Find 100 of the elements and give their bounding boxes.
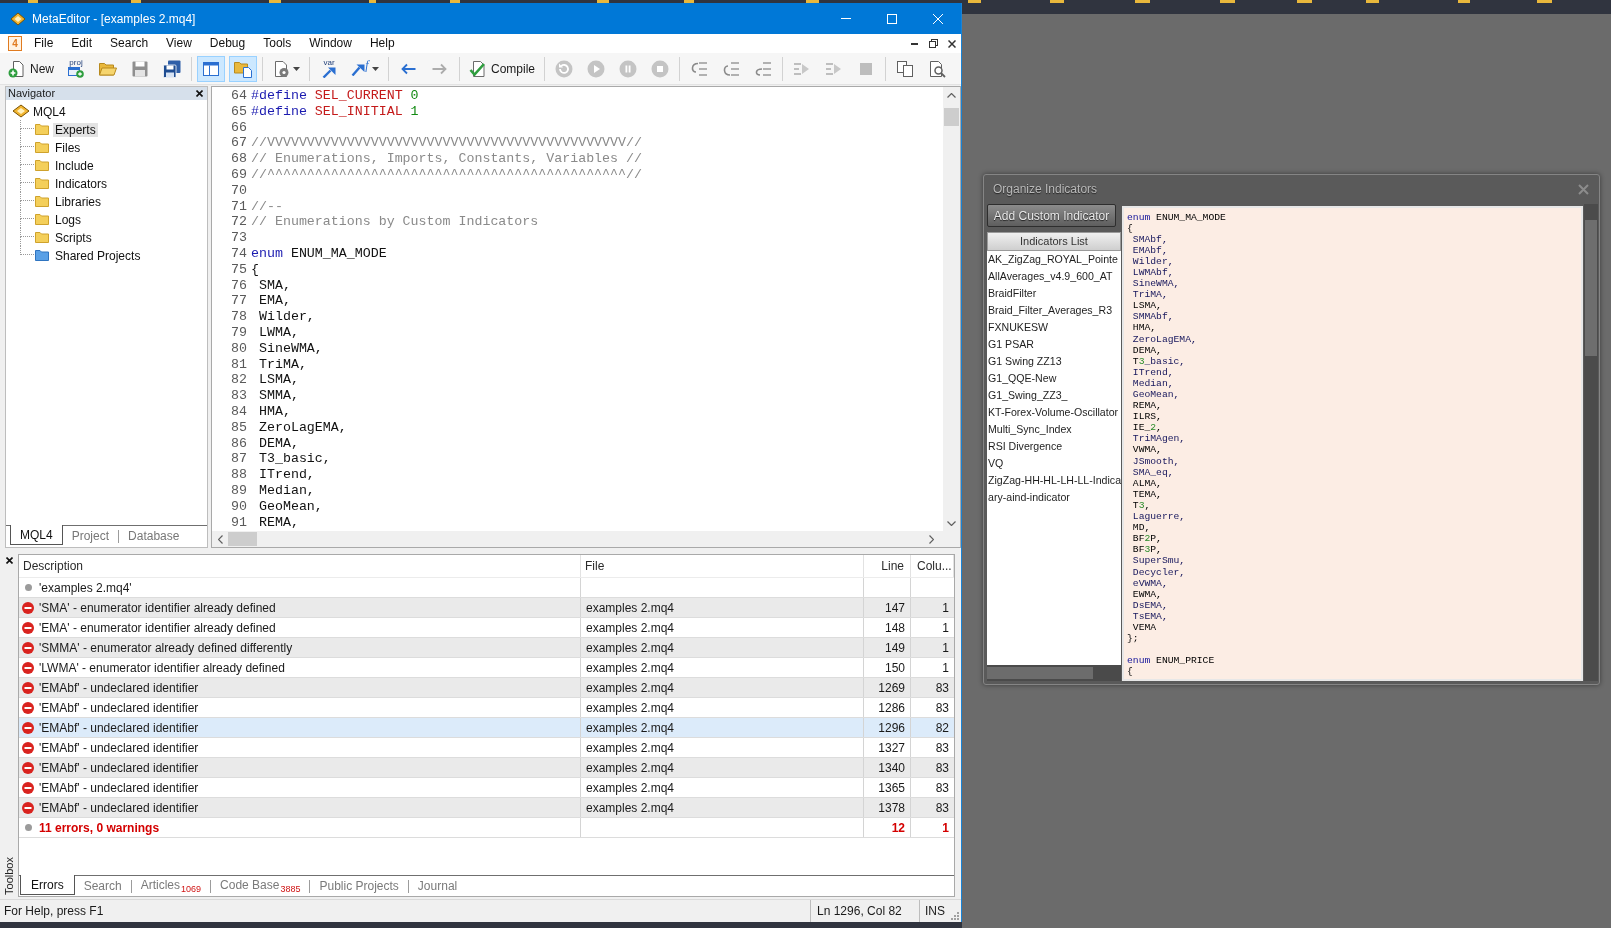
file-name: examples 2.mq4: [586, 739, 675, 757]
line-number: 76: [230, 277, 247, 294]
folder-icon: [35, 177, 49, 189]
tab[interactable]: Project: [62, 526, 119, 545]
desktop-icon: [1297, 0, 1312, 3]
scrollbar-thumb[interactable]: [228, 532, 257, 546]
list-item[interactable]: AK_ZigZag_ROYAL_Pointe: [987, 251, 1121, 268]
table-row[interactable]: 'EMAbf' - undeclared identifier examples 2.mq4 1340 83: [19, 758, 954, 778]
list-item[interactable]: G1 Swing ZZ13: [987, 353, 1121, 370]
list-item[interactable]: BraidFilter: [987, 285, 1121, 302]
toolbar-button[interactable]: proj: [62, 55, 90, 82]
chevron-up-icon[interactable]: [947, 93, 956, 98]
table-row[interactable]: 'SMMA' - enumerator already defined differently examples 2.mq4 149 1: [19, 638, 954, 658]
menu-item[interactable]: Edit: [62, 34, 102, 53]
line-number: 1327: [878, 739, 905, 757]
desktop-icon: [1537, 0, 1552, 3]
desktop-icon: [1135, 0, 1150, 3]
list-item[interactable]: G1_Swing_ZZ3_: [987, 387, 1121, 404]
code-line: BF3P,: [1131, 544, 1162, 556]
list-item[interactable]: ZigZag-HH-HL-LH-LL-Indica: [987, 472, 1121, 489]
toolbar-button[interactable]: New: [4, 55, 58, 82]
scrollbar-thumb[interactable]: [1585, 220, 1597, 356]
window-layout-icon: [202, 60, 220, 77]
list-header[interactable]: Indicators List: [987, 232, 1121, 251]
tab[interactable]: Journal: [408, 876, 467, 895]
tree-item[interactable]: Logs: [53, 213, 84, 227]
menu-item[interactable]: File: [25, 34, 63, 53]
chevron-right-icon[interactable]: [929, 534, 934, 544]
scrollbar-thumb[interactable]: [987, 667, 1093, 679]
table-row[interactable]: 'LWMA' - enumerator identifier already defined examples 2.mq4 150 1: [19, 658, 954, 678]
list-item[interactable]: G1 PSAR: [987, 336, 1121, 353]
tab[interactable]: MQL4: [10, 525, 63, 545]
tree-item[interactable]: Experts: [53, 123, 98, 137]
code-line: SMMAbf,: [1131, 311, 1174, 323]
table-row[interactable]: 'EMAbf' - undeclared identifier examples 2.mq4 1327 83: [19, 738, 954, 758]
chevron-left-icon[interactable]: [218, 534, 223, 544]
resize-grip-icon[interactable]: [949, 910, 959, 920]
table-row[interactable]: 'SMA' - enumerator identifier already defined examples 2.mq4 147 1: [19, 598, 954, 618]
table-row[interactable]: 'EMA' - enumerator identifier already defined examples 2.mq4 148 1: [19, 618, 954, 638]
scrollbar[interactable]: [1584, 204, 1598, 681]
tab[interactable]: Public Projects: [310, 876, 408, 895]
table-row[interactable]: 11 errors, 0 warnings 12 1: [19, 818, 954, 838]
add-indicator-button[interactable]: Add Custom Indicator: [987, 204, 1116, 227]
menu-item[interactable]: Tools: [254, 34, 301, 53]
line-number: 86: [230, 435, 247, 452]
tab[interactable]: Database: [119, 526, 189, 545]
menu-item[interactable]: View: [157, 34, 201, 53]
menu-item[interactable]: Help: [360, 34, 404, 53]
list-item[interactable]: Braid_Filter_Averages_R3: [987, 302, 1121, 319]
table-row[interactable]: 'EMAbf' - undeclared identifier examples 2.mq4 1269 83: [19, 678, 954, 698]
error-icon: [22, 761, 34, 774]
code-line: TsEMA,: [1131, 610, 1168, 622]
toolbar-button[interactable]: Compile: [465, 55, 540, 82]
tab[interactable]: Errors: [20, 875, 75, 895]
table-row[interactable]: 'EMAbf' - undeclared identifier examples 2.mq4 1365 83: [19, 778, 954, 798]
table-row[interactable]: 'EMAbf' - undeclared identifier examples 2.mq4 1296 82: [19, 718, 954, 738]
toolbar-button[interactable]: var: [315, 55, 343, 82]
desktop-icon: [1458, 0, 1470, 3]
chevron-down-icon[interactable]: [947, 521, 956, 526]
line-number: 80: [230, 340, 247, 357]
list-item[interactable]: KT-Forex-Volume-Oscillator: [987, 404, 1121, 421]
close-icon[interactable]: [5, 557, 13, 564]
code-line: //--: [251, 198, 283, 215]
list-item[interactable]: AllAverages_v4.9_600_AT: [987, 268, 1121, 285]
column-header[interactable]: File: [585, 557, 605, 575]
list-item[interactable]: ary-aind-indicator: [987, 489, 1121, 506]
toolbar-button[interactable]: [229, 55, 257, 82]
tree-item[interactable]: Include: [53, 159, 96, 173]
toolbar-button[interactable]: [197, 55, 225, 82]
list-item[interactable]: FXNUKESW: [987, 319, 1121, 336]
tab[interactable]: Articles$_{1069}$: [131, 876, 211, 895]
list-item[interactable]: G1_QQE-New: [987, 370, 1121, 387]
list-item[interactable]: Multi_Sync_Index: [987, 421, 1121, 438]
menu-item[interactable]: Window: [300, 34, 361, 53]
menu-item[interactable]: Debug: [200, 34, 255, 53]
scrollbar-thumb[interactable]: [944, 108, 959, 126]
tab[interactable]: Search: [74, 876, 131, 895]
toolbar-button[interactable]: f: [347, 55, 383, 82]
table-row[interactable]: 'examples 2.mq4': [19, 578, 954, 598]
table-row[interactable]: 'EMAbf' - undeclared identifier examples 2.mq4 1378 83: [19, 798, 954, 818]
tree-item[interactable]: Shared Projects: [53, 249, 143, 263]
panel-label[interactable]: Toolbox: [0, 857, 18, 895]
close-icon[interactable]: [196, 90, 203, 97]
line-number: 79: [230, 324, 247, 341]
tree-item[interactable]: Files: [53, 141, 83, 155]
column-header[interactable]: Description: [23, 557, 84, 575]
menu-item[interactable]: Search: [101, 34, 158, 53]
tree-item[interactable]: Indicators: [53, 177, 110, 191]
table-row[interactable]: 'EMAbf' - undeclared identifier examples 2.mq4 1286 83: [19, 698, 954, 718]
line-number: 70: [230, 182, 247, 199]
tree-item[interactable]: Libraries: [53, 195, 104, 209]
tree-item[interactable]: Scripts: [53, 231, 94, 245]
scrollbar[interactable]: [987, 665, 1121, 681]
list-item[interactable]: RSI Divergence: [987, 438, 1121, 455]
tree-item[interactable]: MQL4: [31, 105, 68, 119]
tab[interactable]: Code Base$_{3885}$: [211, 876, 310, 895]
column-header[interactable]: Colu...: [917, 557, 952, 575]
line-number: 84: [230, 403, 247, 420]
list-item[interactable]: VQ: [987, 455, 1121, 472]
column-header[interactable]: Line: [881, 557, 904, 575]
